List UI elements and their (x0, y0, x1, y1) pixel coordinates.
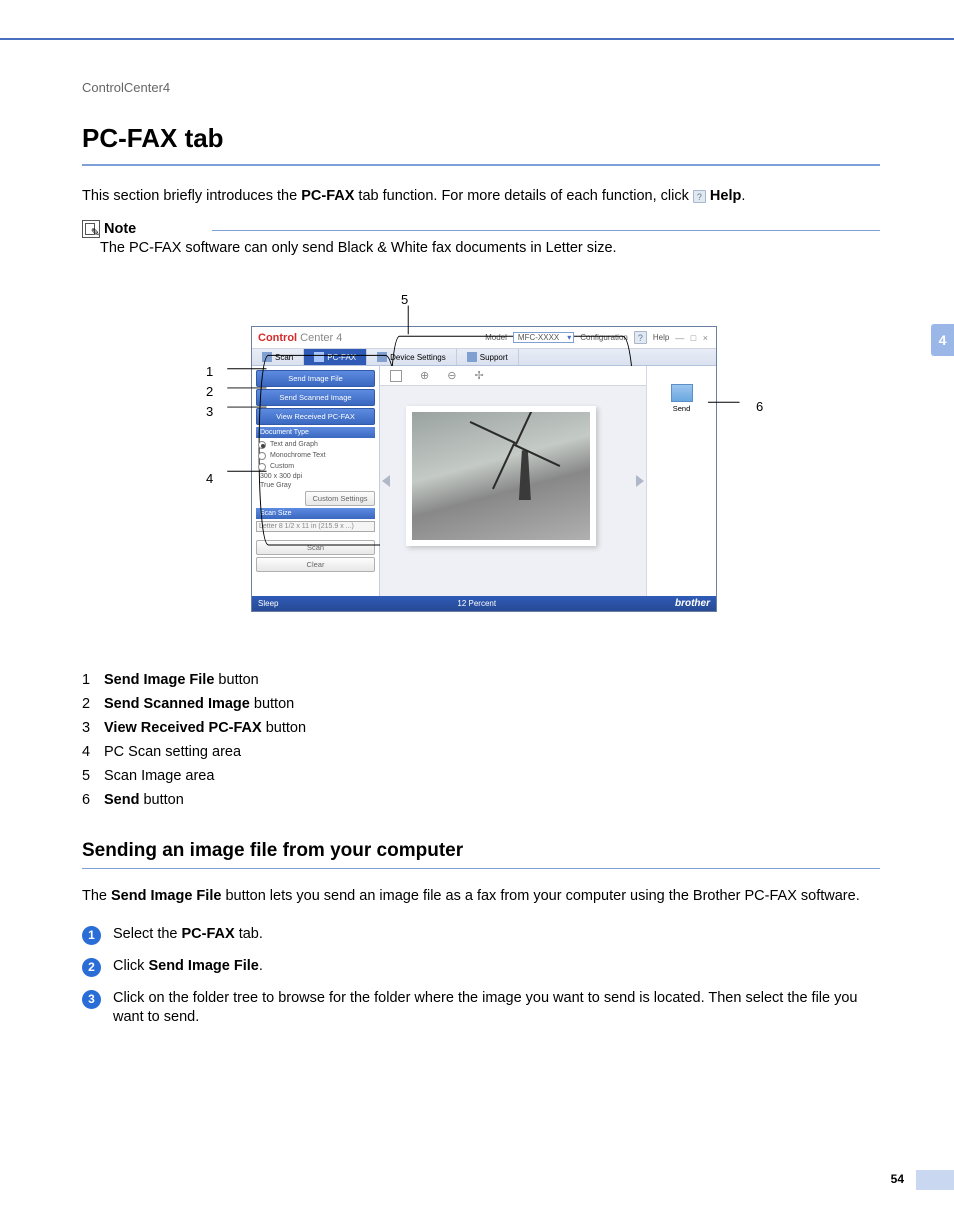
note-label: Note (104, 221, 136, 237)
crosshair-icon[interactable]: ✢ (474, 369, 483, 382)
prev-arrow-icon[interactable] (382, 475, 390, 487)
step-item: 3 Click on the folder tree to browse for… (82, 989, 880, 1028)
legend-item: 3View Received PC-FAX button (82, 720, 880, 736)
send-image-file-button[interactable]: Send Image File (256, 370, 375, 387)
help-icon: ? (693, 190, 706, 203)
step-number: 3 (82, 990, 101, 1009)
step-item: 1 Select the PC-FAX tab. (82, 925, 880, 945)
note-icon (82, 220, 100, 238)
step-number: 2 (82, 958, 101, 977)
document-type-header: Document Type (256, 427, 375, 438)
doctype-custom[interactable]: Custom (256, 462, 375, 471)
send-button[interactable]: Send (662, 404, 702, 413)
tab-scan[interactable]: Scan (252, 349, 304, 365)
doctype-text-graph[interactable]: Text and Graph (256, 440, 375, 449)
callout-4: 4 (206, 471, 213, 486)
custom-settings-button[interactable]: Custom Settings (305, 491, 375, 506)
scan-button[interactable]: Scan (256, 540, 375, 555)
scan-size-dropdown[interactable]: Letter 8 1/2 x 11 in (215.9 x ...) (256, 521, 375, 532)
intro-paragraph: This section briefly introduces the PC-F… (82, 188, 880, 204)
device-tab-icon (377, 352, 387, 362)
brand-logo: brother (675, 598, 710, 609)
support-tab-icon (467, 352, 477, 362)
scan-size-header: Scan Size (256, 508, 375, 519)
subsection-paragraph: The Send Image File button lets you send… (82, 887, 880, 907)
scan-tab-icon (262, 352, 272, 362)
left-panel: Send Image File Send Scanned Image View … (252, 366, 380, 596)
pcfax-tab-icon (314, 352, 324, 362)
step-item: 2 Click Send Image File. (82, 957, 880, 977)
doctype-monochrome[interactable]: Monochrome Text (256, 451, 375, 460)
step-number: 1 (82, 926, 101, 945)
configuration-link[interactable]: Configuration (580, 333, 628, 342)
title-rule (82, 164, 880, 166)
model-label: Model (485, 333, 507, 342)
status-left: Sleep (258, 599, 278, 608)
legend-item: 1Send Image File button (82, 672, 880, 688)
help-titlebar-icon[interactable]: ? (634, 331, 647, 344)
preview-image (406, 406, 596, 546)
legend-item: 2Send Scanned Image button (82, 696, 880, 712)
right-panel: Send (646, 366, 716, 596)
clear-button[interactable]: Clear (256, 557, 375, 572)
page-title: PC-FAX tab (82, 123, 880, 154)
status-percent: 12 Percent (457, 599, 496, 608)
legend-item: 4PC Scan setting area (82, 744, 880, 760)
send-scanned-image-button[interactable]: Send Scanned Image (256, 389, 375, 406)
legend-list: 1Send Image File button 2Send Scanned Im… (82, 672, 880, 808)
tab-device-settings[interactable]: Device Settings (367, 349, 457, 365)
resolution-value: 300 x 300 dpi (256, 473, 375, 480)
tab-support[interactable]: Support (457, 349, 519, 365)
legend-item: 5Scan Image area (82, 768, 880, 784)
send-icon[interactable] (671, 384, 693, 402)
color-depth-value: True Gray (256, 482, 375, 489)
app-logo: Control Center 4 (258, 332, 342, 344)
note-body: The PC-FAX software can only send Black … (82, 240, 880, 256)
callout-5: 5 (401, 292, 408, 307)
zoom-out-icon[interactable]: ⊖ (447, 369, 456, 382)
running-header: ControlCenter4 (82, 80, 880, 95)
controlcenter4-window: Control Center 4 Model MFC-XXXX Configur… (251, 326, 717, 612)
tab-pcfax[interactable]: PC-FAX (304, 349, 367, 365)
help-link[interactable]: Help (653, 333, 669, 342)
legend-item: 6Send button (82, 792, 880, 808)
preview-area: ⊕ ⊖ ✢ (380, 366, 646, 596)
model-dropdown[interactable]: MFC-XXXX (513, 332, 574, 343)
view-received-pcfax-button[interactable]: View Received PC-FAX (256, 408, 375, 425)
subsection-rule (82, 868, 880, 869)
fit-icon[interactable] (390, 370, 402, 382)
subsection-title: Sending an image file from your computer (82, 840, 880, 862)
callout-3: 3 (206, 404, 213, 419)
page-number: 54 (891, 1172, 904, 1186)
chapter-side-tab: 4 (931, 324, 954, 356)
window-controls[interactable]: — □ × (675, 333, 710, 343)
callout-6: 6 (756, 399, 763, 414)
callout-1: 1 (206, 364, 213, 379)
note-box: Note The PC-FAX software can only send B… (82, 220, 880, 256)
screenshot-figure: 1 2 3 4 5 6 Control Center 4 Model M (171, 296, 791, 612)
steps-list: 1 Select the PC-FAX tab. 2 Click Send Im… (82, 925, 880, 1028)
zoom-in-icon[interactable]: ⊕ (420, 369, 429, 382)
next-arrow-icon[interactable] (636, 475, 644, 487)
callout-2: 2 (206, 384, 213, 399)
